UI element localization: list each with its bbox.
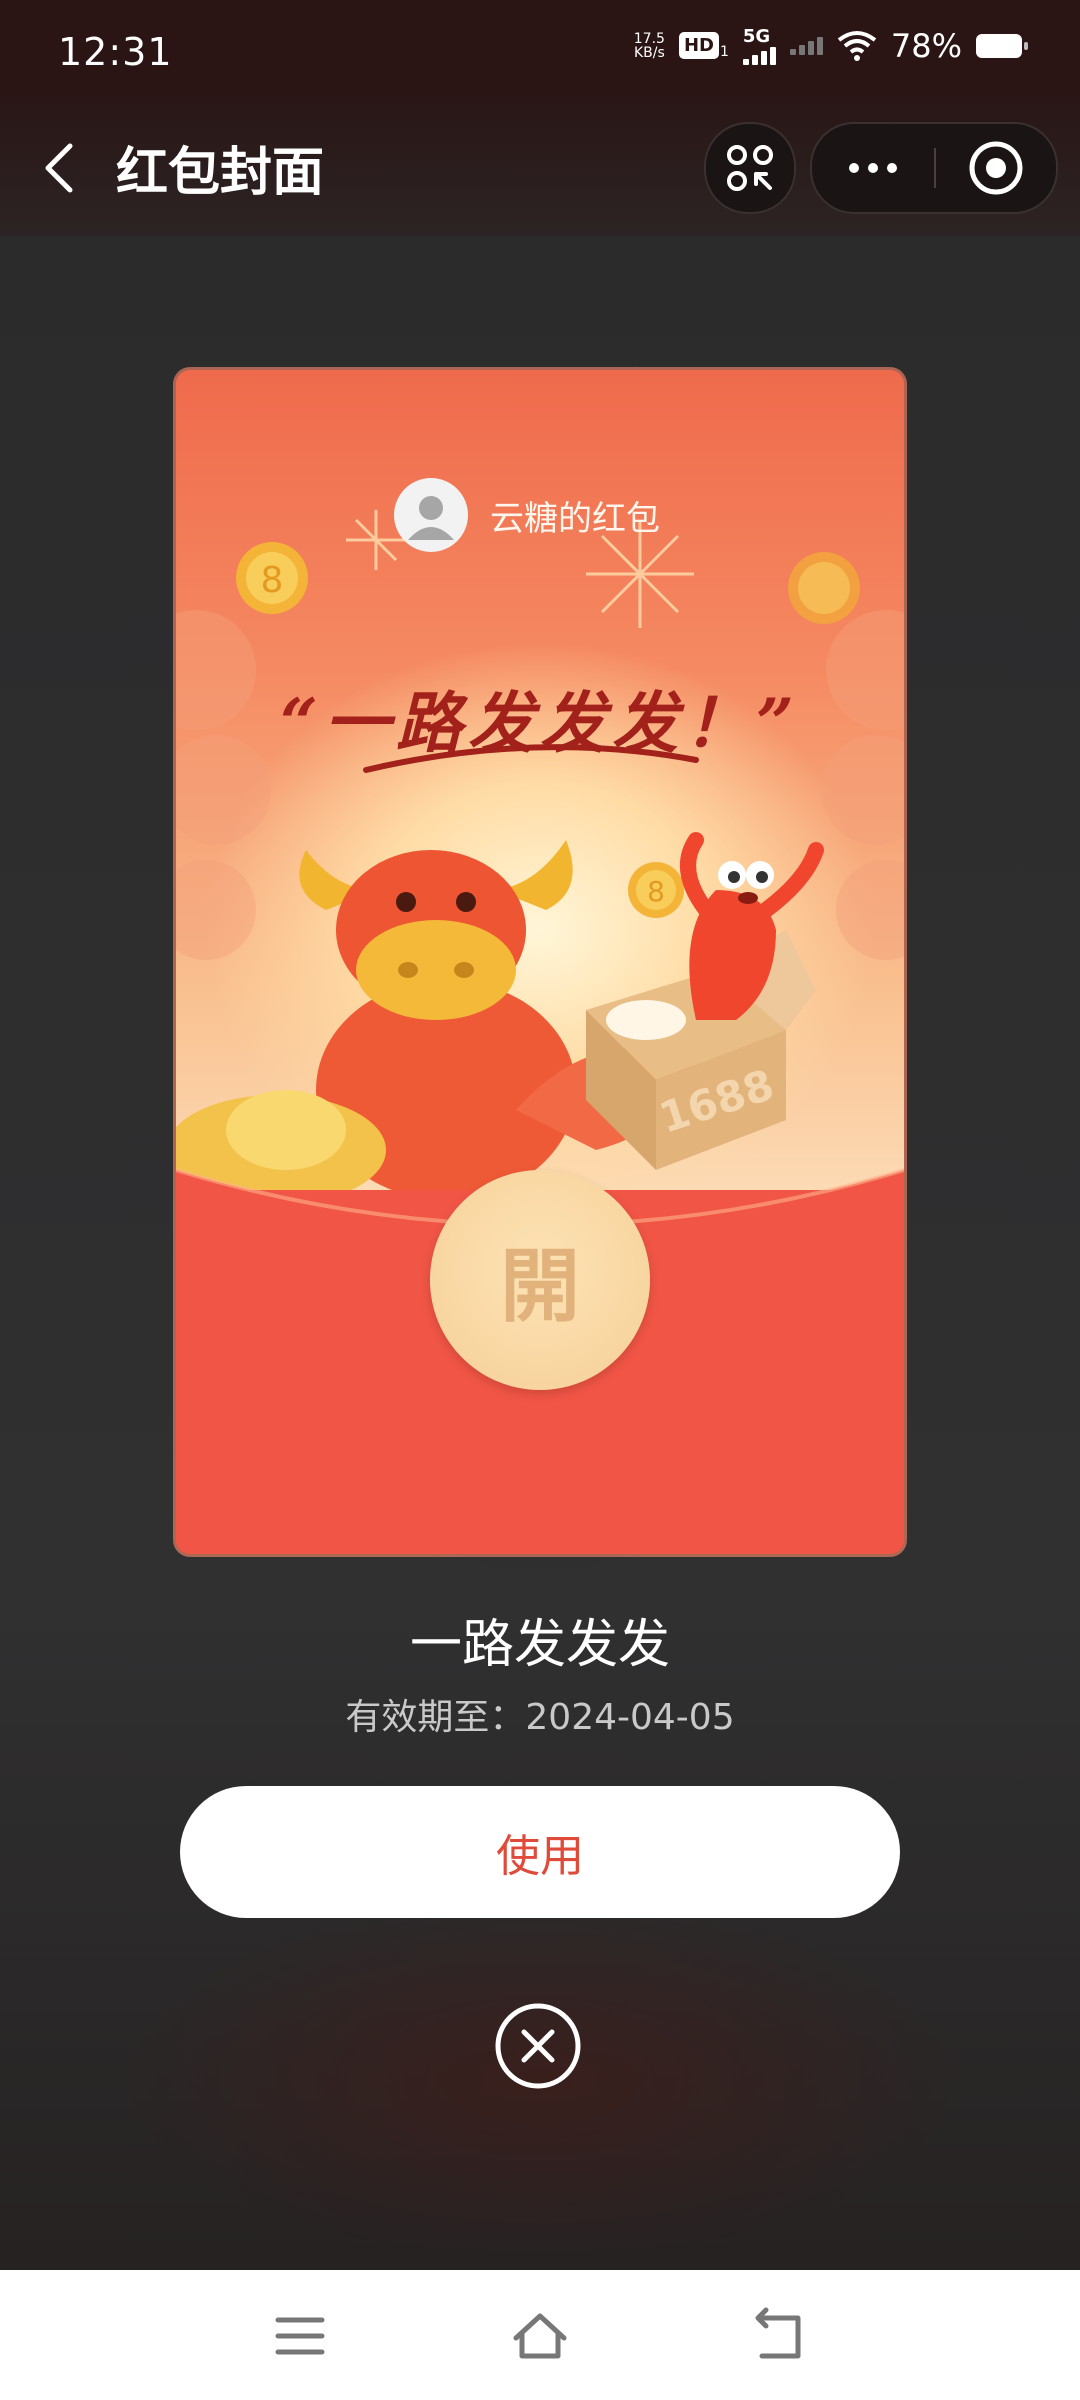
use-button[interactable]: 使用: [180, 1786, 900, 1918]
open-label: 開: [500, 1239, 580, 1333]
red-envelope-cover: 8 8 1688 云糖的红包 “一路发发发！” 開: [176, 370, 904, 1554]
hd-sub: 1: [719, 44, 729, 60]
expiry-date: 有效期至：2024-04-05: [345, 1697, 735, 1738]
back-nav-icon[interactable]: [748, 2304, 812, 2368]
hd-indicator: HD 1: [678, 32, 729, 60]
sender-name: 云糖的红包: [490, 498, 660, 539]
home-icon[interactable]: [508, 2304, 572, 2368]
wifi-icon: [837, 30, 877, 61]
battery-icon: [976, 33, 1028, 58]
cover-slogan: “一路发发发！”: [280, 684, 800, 762]
signal-icon: [742, 47, 776, 65]
battery-percent: 78%: [890, 26, 962, 65]
hd-badge: HD: [678, 32, 719, 59]
nav-bar: 红包封面: [0, 96, 1080, 236]
page-title: 红包封面: [116, 143, 325, 203]
target-icon: [969, 141, 1023, 195]
status-bar: 12:31 17.5 KB/s HD 1 5G 78%: [0, 0, 1080, 96]
network-type: 5G: [742, 26, 771, 47]
sender-info: 云糖的红包: [394, 478, 660, 552]
back-icon[interactable]: [30, 138, 90, 198]
open-button[interactable]: 開: [430, 1170, 650, 1390]
svg-text:8: 8: [261, 560, 284, 601]
net-speed: 17.5 KB/s: [634, 32, 665, 60]
status-icons: 17.5 KB/s HD 1 5G 78%: [634, 26, 1028, 65]
avatar: [394, 478, 468, 552]
net-speed-value: 17.5: [633, 30, 665, 47]
more-icon: [849, 163, 859, 173]
menu-icon[interactable]: [268, 2304, 332, 2368]
exit-button[interactable]: [936, 124, 1056, 212]
more-button[interactable]: [812, 124, 934, 212]
system-nav-bar: [0, 2270, 1080, 2400]
cover-name: 一路发发发: [409, 1615, 670, 1675]
mini-program-capsule: [810, 122, 1058, 214]
net-speed-unit: KB/s: [633, 44, 665, 61]
close-icon[interactable]: [494, 2002, 582, 2090]
status-time: 12:31: [58, 30, 173, 74]
scan-icon: [727, 145, 773, 191]
user-icon: [408, 496, 454, 540]
svg-text:8: 8: [647, 875, 665, 908]
signal-2-icon: [789, 36, 823, 55]
scan-button[interactable]: [704, 122, 796, 214]
signal-5g: 5G: [742, 26, 776, 65]
